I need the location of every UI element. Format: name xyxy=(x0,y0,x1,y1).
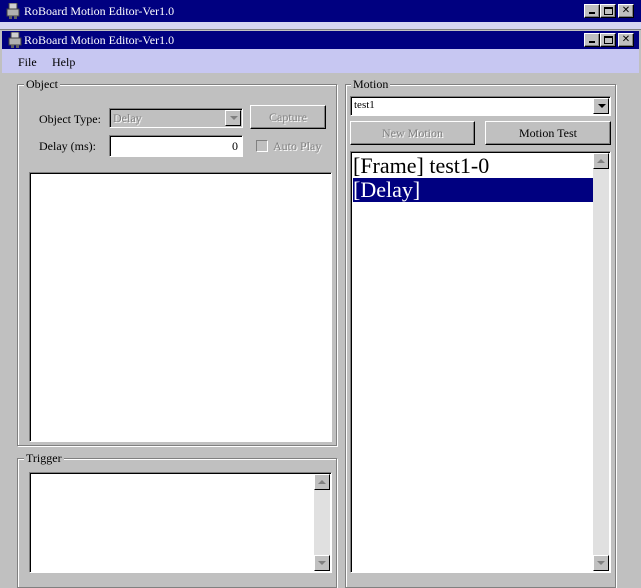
app-robot-icon xyxy=(6,3,20,19)
motion-dropdown-button[interactable] xyxy=(593,98,609,114)
trigger-scrollbar[interactable] xyxy=(314,474,330,571)
object-type-select[interactable]: Delay xyxy=(109,108,243,128)
object-type-label: Object Type: xyxy=(39,112,101,126)
inner-maximize-button[interactable] xyxy=(600,33,616,47)
delay-input[interactable]: 0 xyxy=(109,135,243,157)
chevron-down-icon xyxy=(230,116,238,120)
object-list-panel[interactable] xyxy=(29,172,332,442)
minimize-icon xyxy=(589,41,595,43)
motion-test-button[interactable]: Motion Test xyxy=(485,121,611,145)
object-type-dropdown-button[interactable] xyxy=(225,110,241,126)
outer-close-button[interactable]: ✕ xyxy=(618,4,634,18)
capture-button-label: Capture xyxy=(269,110,307,124)
new-motion-button-label: New Motion xyxy=(382,126,443,140)
capture-button[interactable]: Capture xyxy=(250,105,326,129)
menu-file[interactable]: File xyxy=(18,55,37,70)
auto-play-label: Auto Play xyxy=(273,139,322,153)
menu-help[interactable]: Help xyxy=(52,55,75,70)
arrow-down-icon xyxy=(318,561,326,565)
outer-window-body xyxy=(0,22,641,30)
minimize-icon xyxy=(589,12,595,14)
motion-scrollbar[interactable] xyxy=(593,153,609,571)
object-group-label: Object xyxy=(24,77,60,91)
motion-group-label: Motion xyxy=(351,77,391,91)
arrow-up-icon xyxy=(318,480,326,484)
inner-minimize-button[interactable] xyxy=(584,33,600,47)
inner-title-bar: RoBoard Motion Editor-Ver1.0 ✕ xyxy=(2,31,639,49)
close-icon: ✕ xyxy=(621,34,631,45)
close-icon: ✕ xyxy=(621,5,631,16)
motion-scroll-up-button[interactable] xyxy=(593,153,609,169)
trigger-list[interactable] xyxy=(29,472,332,573)
maximize-icon xyxy=(604,7,613,15)
motion-select[interactable]: test1 xyxy=(350,96,611,116)
delay-value: 0 xyxy=(232,139,238,153)
app-robot-icon xyxy=(8,32,22,48)
motion-list-item-label: [Frame] test1-0 xyxy=(353,153,490,178)
trigger-group-label: Trigger xyxy=(24,451,64,465)
motion-list-item-label: [Delay] xyxy=(353,177,421,202)
outer-minimize-button[interactable] xyxy=(584,4,600,18)
maximize-icon xyxy=(604,36,613,44)
motion-list-item[interactable]: [Frame] test1-0 xyxy=(353,154,489,178)
menu-bar: File Help xyxy=(2,49,639,73)
outer-maximize-button[interactable] xyxy=(600,4,616,18)
motion-select-value: test1 xyxy=(354,99,375,111)
outer-window-title: RoBoard Motion Editor-Ver1.0 xyxy=(24,4,175,18)
arrow-up-icon xyxy=(597,159,605,163)
delay-label: Delay (ms): xyxy=(39,139,96,153)
trigger-scroll-up-button[interactable] xyxy=(314,474,330,490)
object-type-value: Delay xyxy=(113,111,142,125)
auto-play-checkbox[interactable] xyxy=(256,140,268,152)
inner-close-button[interactable]: ✕ xyxy=(618,33,634,47)
trigger-scroll-down-button[interactable] xyxy=(314,555,330,571)
motion-scroll-down-button[interactable] xyxy=(593,555,609,571)
inner-window-title: RoBoard Motion Editor-Ver1.0 xyxy=(24,33,175,47)
outer-title-bar: RoBoard Motion Editor-Ver1.0 ✕ xyxy=(0,0,641,22)
chevron-down-icon xyxy=(598,104,606,108)
motion-list[interactable]: [Frame] test1-0 [Delay] xyxy=(350,151,611,573)
new-motion-button[interactable]: New Motion xyxy=(350,121,475,145)
motion-list-item-selected[interactable]: [Delay] xyxy=(353,178,593,202)
arrow-down-icon xyxy=(597,561,605,565)
motion-test-button-label: Motion Test xyxy=(519,126,577,140)
